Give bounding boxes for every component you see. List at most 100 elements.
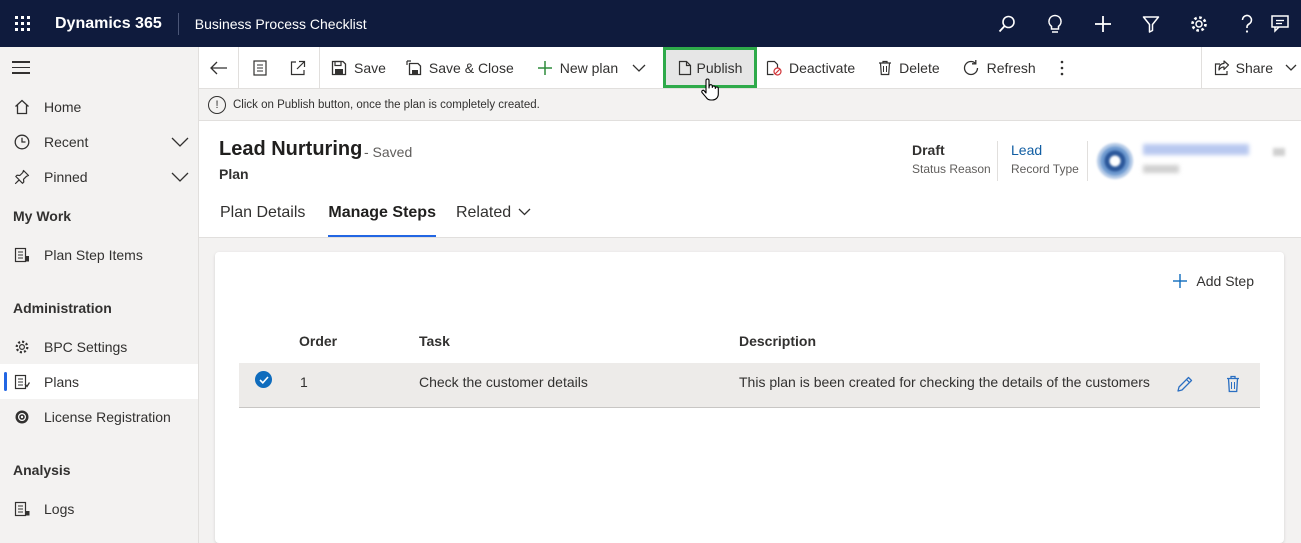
notification-text: Click on Publish button, once the plan i… (233, 98, 540, 111)
more-vertical-icon (1060, 60, 1063, 76)
share-button[interactable]: Share (1200, 47, 1301, 89)
sidebar-item-label: Logs (44, 500, 75, 517)
entity-name: Plan (219, 166, 249, 182)
list-icon (0, 247, 44, 263)
home-icon (0, 99, 44, 115)
sidebar-item-label: Recent (44, 133, 89, 150)
owner-avatar[interactable] (1097, 143, 1133, 179)
record-type-label: Record Type (1011, 162, 1079, 176)
new-plan-label: New plan (559, 59, 619, 76)
form-icon (253, 59, 267, 76)
back-button[interactable] (199, 46, 239, 89)
header-field-status-reason: Draft Status Reason (912, 142, 991, 176)
gear-icon (0, 339, 44, 355)
search-icon[interactable] (983, 0, 1031, 47)
open-new-window-icon (290, 60, 306, 75)
sidebar-item-logs[interactable]: Logs (0, 491, 198, 526)
add-icon[interactable] (1079, 0, 1127, 47)
chat-icon[interactable] (1271, 0, 1301, 47)
deactivate-label: Deactivate (789, 60, 856, 76)
add-step-label: Add Step (1196, 273, 1254, 289)
chevron-down-icon (632, 64, 646, 72)
refresh-button[interactable]: Refresh (950, 47, 1046, 89)
info-icon: ! (208, 95, 226, 114)
owner-label-redacted (1143, 165, 1179, 173)
status-reason-value: Draft (912, 142, 945, 158)
plans-icon (0, 374, 44, 390)
form-selector-button[interactable] (239, 47, 280, 89)
status-reason-label: Status Reason (912, 162, 991, 176)
cell-order: 1 (300, 374, 308, 390)
column-header-task[interactable]: Task (419, 331, 450, 351)
more-commands-button[interactable] (1046, 47, 1078, 89)
header-expand-icon[interactable] (1273, 148, 1285, 156)
help-icon[interactable] (1223, 0, 1271, 47)
chevron-down-icon[interactable] (162, 172, 198, 182)
edit-icon[interactable] (1176, 375, 1194, 396)
license-icon (0, 409, 44, 425)
save-and-close-button[interactable]: Save & Close (396, 47, 524, 89)
sidebar-item-pinned[interactable]: Pinned (0, 159, 198, 194)
new-plan-button[interactable]: New plan (524, 47, 622, 89)
column-header-description[interactable]: Description (739, 331, 816, 351)
chevron-down-icon[interactable] (162, 137, 198, 147)
settings-icon[interactable] (1175, 0, 1223, 47)
sidebar-item-home[interactable]: Home (0, 89, 198, 124)
form-tabs: Plan Details Manage Steps Related (199, 198, 531, 238)
tab-related[interactable]: Related (456, 198, 531, 238)
section-title-my-work: My Work (13, 208, 72, 224)
filter-icon[interactable] (1127, 0, 1175, 47)
tab-label: Manage Steps (328, 204, 436, 221)
trash-icon (879, 60, 892, 76)
brand-name[interactable]: Dynamics 365 (44, 12, 179, 35)
new-plan-dropdown-button[interactable] (622, 47, 658, 89)
sidebar: Home Recent Pinned My Work Plan Step Ite… (0, 47, 199, 543)
save-button-label: Save (354, 59, 386, 76)
publish-label: Publish (696, 59, 743, 76)
delete-icon[interactable] (1226, 375, 1240, 396)
record-type-value[interactable]: Lead (1011, 142, 1079, 158)
share-icon (1214, 60, 1229, 76)
app-launcher-icon[interactable] (0, 0, 44, 47)
add-step-button[interactable]: Add Step (1172, 273, 1254, 289)
chevron-down-icon[interactable] (1285, 64, 1297, 72)
record-title: Lead Nurturing (219, 138, 363, 160)
chevron-down-icon (518, 208, 531, 216)
delete-button[interactable]: Delete (865, 47, 949, 89)
sidebar-item-plan-step-items[interactable]: Plan Step Items (0, 237, 198, 272)
grid-header: Order Task Description (239, 331, 1260, 363)
table-row[interactable]: 1 Check the customer details This plan i… (239, 363, 1260, 408)
sidebar-item-plans[interactable]: Plans (0, 364, 198, 399)
checkmark-icon (258, 375, 269, 384)
column-header-order[interactable]: Order (299, 331, 337, 351)
hamburger-menu-icon[interactable] (12, 61, 30, 78)
sidebar-item-label: Home (44, 98, 82, 115)
sidebar-item-label: Plans (44, 373, 80, 390)
tab-manage-steps[interactable]: Manage Steps (328, 198, 436, 238)
sidebar-item-bpc-settings[interactable]: BPC Settings (0, 329, 198, 364)
lightbulb-icon[interactable] (1031, 0, 1079, 47)
header-field-record-type: Lead Record Type (1011, 142, 1079, 176)
add-icon (1173, 274, 1188, 288)
app-name[interactable]: Business Process Checklist (179, 16, 367, 32)
save-close-icon (406, 59, 422, 75)
tab-plan-details[interactable]: Plan Details (220, 198, 305, 238)
deactivate-icon (766, 60, 782, 76)
save-button[interactable]: Save (320, 47, 396, 89)
sidebar-item-recent[interactable]: Recent (0, 124, 198, 159)
header-divider (997, 141, 998, 181)
section-title-analysis: Analysis (13, 462, 71, 478)
save-status: - Saved (364, 144, 413, 160)
document-icon (678, 60, 691, 75)
cell-description: This plan is been created for checking t… (739, 374, 1150, 390)
sidebar-item-license-registration[interactable]: License Registration (0, 399, 198, 434)
sidebar-item-label: Pinned (44, 168, 88, 185)
hand-cursor-icon (700, 78, 720, 107)
deactivate-button[interactable]: Deactivate (757, 47, 865, 89)
open-in-new-window-button[interactable] (280, 46, 320, 89)
refresh-icon (963, 60, 978, 76)
tab-label: Plan Details (220, 204, 306, 221)
row-selected-checkbox[interactable] (255, 371, 272, 388)
owner-name-redacted[interactable] (1143, 144, 1249, 155)
logs-icon (0, 501, 44, 517)
